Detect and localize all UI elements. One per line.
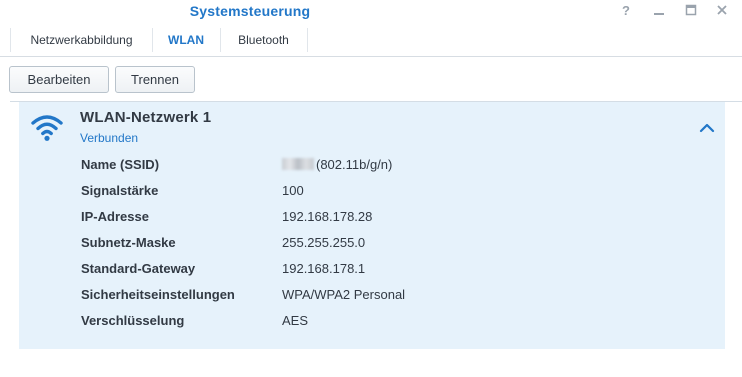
detail-label: IP-Adresse [81, 209, 149, 224]
maximize-button[interactable] [679, 1, 703, 19]
close-icon [717, 5, 727, 15]
detail-label: Name (SSID) [81, 157, 160, 172]
detail-row-encryption: Verschlüsselung AES [0, 311, 742, 331]
maximize-icon [685, 4, 697, 16]
tab-netzwerkabbildung[interactable]: Netzwerkabbildung [11, 24, 152, 56]
detail-row-gateway: Standard-Gateway 192.168.178.1 [0, 259, 742, 279]
detail-row-security: Sicherheitseinstellungen WPA/WPA2 Person… [0, 285, 742, 305]
detail-label: Subnetz-Maske [81, 235, 176, 250]
edit-button[interactable]: Bearbeiten [9, 66, 109, 93]
help-icon[interactable]: ? [614, 1, 638, 19]
detail-value: AES [282, 313, 309, 328]
redacted-ssid [282, 158, 314, 170]
detail-value-text: (802.11b/g/n) [316, 157, 393, 172]
wifi-icon [31, 115, 63, 141]
detail-label: Sicherheitseinstellungen [81, 287, 235, 302]
detail-value: 192.168.178.1 [282, 261, 366, 276]
detail-row-subnet: Subnetz-Maske 255.255.255.0 [0, 233, 742, 253]
disconnect-button[interactable]: Trennen [115, 66, 195, 93]
tab-bluetooth[interactable]: Bluetooth [220, 24, 307, 56]
minimize-icon [654, 13, 664, 15]
detail-value: (802.11b/g/n) [282, 157, 392, 172]
network-status: Verbunden [80, 131, 139, 145]
detail-label: Signalstärke [81, 183, 159, 198]
chevron-up-icon[interactable] [697, 120, 717, 136]
window-title: Systemsteuerung [189, 3, 311, 19]
detail-label: Verschlüsselung [81, 313, 185, 328]
close-button[interactable] [710, 1, 734, 19]
tab-wlan[interactable]: WLAN [152, 24, 220, 56]
detail-value: WPA/WPA2 Personal [282, 287, 406, 302]
detail-value: 192.168.178.28 [282, 209, 373, 224]
tab-bar: Netzwerkabbildung WLAN Bluetooth [0, 24, 742, 57]
detail-value: 100 [282, 183, 304, 198]
title-bar: Systemsteuerung ? [0, 0, 742, 24]
detail-value: 255.255.255.0 [282, 235, 366, 250]
detail-row-ssid: Name (SSID) (802.11b/g/n) [0, 155, 742, 175]
detail-label: Standard-Gateway [81, 261, 196, 276]
network-name: WLAN-Netzwerk 1 [80, 109, 212, 126]
tab-divider [307, 28, 308, 52]
detail-row-signal: Signalstärke 100 [0, 181, 742, 201]
detail-row-ip: IP-Adresse 192.168.178.28 [0, 207, 742, 227]
minimize-button[interactable] [647, 1, 671, 19]
